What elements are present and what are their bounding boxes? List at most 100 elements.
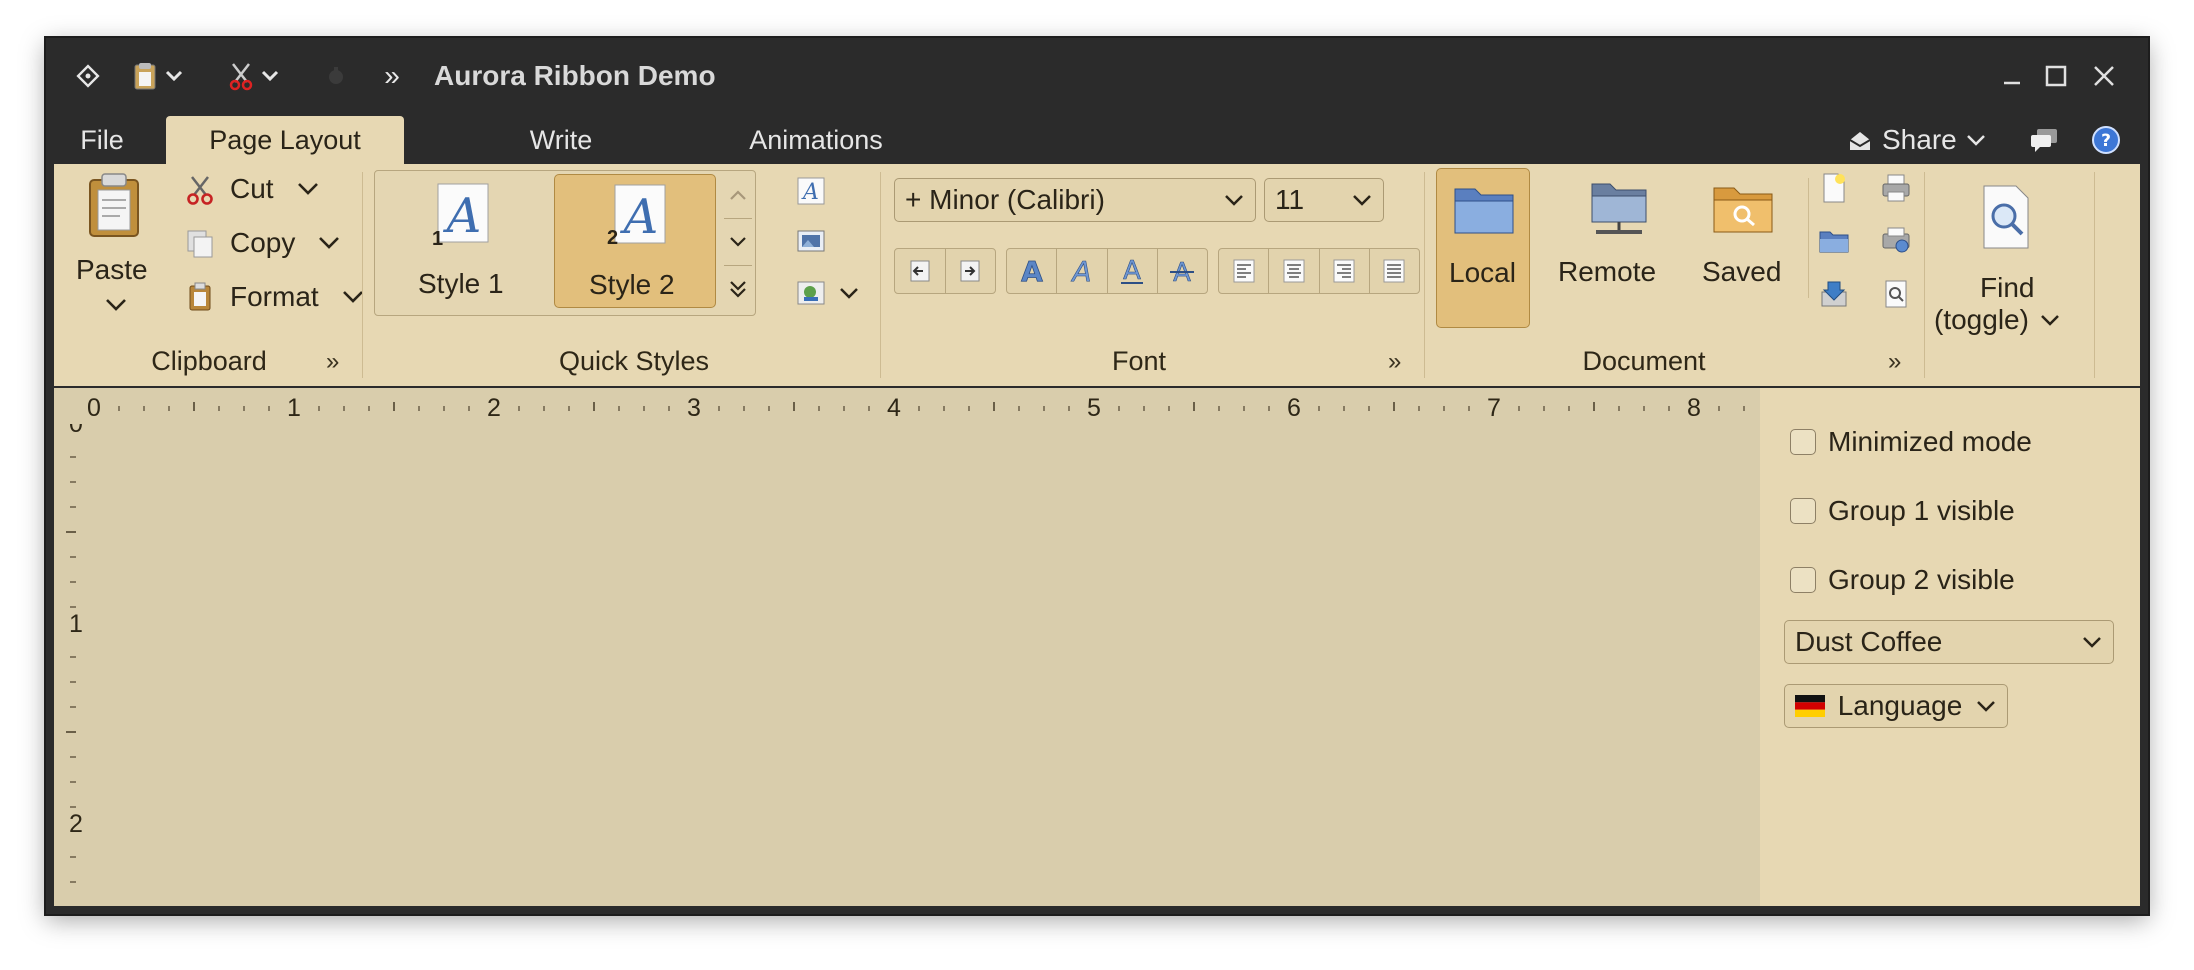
printer-settings-icon[interactable] — [1880, 224, 1916, 260]
align-center-icon[interactable] — [1269, 249, 1320, 293]
clipboard-expand-icon[interactable]: » — [326, 348, 339, 376]
saved-button[interactable]: Saved — [1690, 168, 1796, 328]
share-button[interactable]: Share — [1846, 120, 1987, 160]
document-expand-icon[interactable]: » — [1888, 348, 1901, 376]
group-2-visible-checkbox[interactable] — [1790, 567, 1816, 593]
print-preview-icon[interactable] — [1880, 278, 1916, 314]
align-justify-icon[interactable] — [1370, 249, 1419, 293]
remote-button[interactable]: Remote — [1554, 168, 1684, 328]
style-2-label: Style 2 — [589, 269, 675, 300]
font-size-select[interactable]: 11 — [1264, 178, 1384, 222]
maximize-icon[interactable] — [2036, 56, 2076, 96]
svg-text:A: A — [443, 188, 482, 244]
group-2-visible-label: Group 2 visible — [1828, 564, 2015, 595]
strikethrough-a-icon[interactable]: A — [1158, 249, 1207, 293]
indent-decrease-icon[interactable] — [895, 249, 946, 293]
save-document-icon[interactable] — [1818, 278, 1854, 314]
network-folder-icon — [1591, 183, 1647, 234]
svg-text:A: A — [801, 180, 819, 205]
chat-icon[interactable] — [2024, 120, 2064, 160]
share-label: Share — [1882, 124, 1957, 155]
local-button[interactable]: Local — [1436, 168, 1530, 328]
copy-label: Copy — [230, 227, 296, 258]
language-button[interactable]: Language — [1784, 684, 2008, 728]
image-style-icon — [797, 281, 825, 305]
tab-file[interactable]: File — [60, 116, 144, 164]
tab-page-layout[interactable]: Page Layout — [166, 116, 404, 164]
style-1-label: Style 1 — [418, 268, 504, 299]
font-size-value: 11 — [1275, 184, 1305, 215]
svg-text:?: ? — [2101, 131, 2111, 151]
format-button[interactable]: Format — [184, 272, 404, 322]
ruler-label: 0 — [69, 424, 83, 438]
copy-icon — [187, 230, 213, 258]
help-icon[interactable]: ? — [2086, 120, 2126, 160]
ruler-label: 5 — [1087, 394, 1101, 422]
text-style-icon[interactable]: A — [796, 176, 830, 210]
gallery-expand-icon[interactable] — [724, 266, 752, 312]
minimized-mode-option[interactable]: Minimized mode — [1790, 426, 2032, 458]
band-separator — [1924, 172, 1925, 378]
picture-icon[interactable] — [796, 226, 830, 260]
font-family-select[interactable]: + Minor (Calibri) — [894, 178, 1256, 222]
bold-a-icon[interactable]: A — [1007, 249, 1058, 293]
font-family-value: + Minor (Calibri) — [905, 184, 1105, 215]
align-right-icon[interactable] — [1320, 249, 1370, 293]
band-separator — [362, 172, 363, 378]
skin-select[interactable]: Dust Coffee — [1784, 620, 2114, 664]
chevron-down-icon — [106, 299, 126, 311]
close-icon[interactable] — [2084, 56, 2124, 96]
print-icon[interactable] — [1880, 172, 1916, 208]
format-painter-icon — [189, 282, 211, 311]
find-toggle-button[interactable]: Find (toggle) — [1934, 184, 2084, 364]
tab-write[interactable]: Write — [466, 116, 656, 164]
ruler-label: 4 — [887, 394, 901, 422]
group-1-visible-option[interactable]: Group 1 visible — [1790, 495, 2015, 527]
paste-button[interactable]: Paste — [64, 166, 164, 326]
german-flag-icon — [1795, 695, 1825, 717]
band-separator — [880, 172, 881, 378]
minimize-icon[interactable] — [1992, 56, 2032, 96]
group-1-visible-checkbox[interactable] — [1790, 498, 1816, 524]
gallery-scroll-up-icon[interactable] — [724, 172, 752, 218]
band-separator — [1424, 172, 1425, 378]
app-menu-icon[interactable] — [68, 56, 108, 96]
band-separator — [2094, 172, 2095, 378]
document-area[interactable]: 0 1 2 3 4 5 6 7 8 0 1 2 Minimized mode Group 1 vis… — [54, 388, 2140, 906]
new-document-icon[interactable] — [1818, 172, 1854, 208]
chevron-down-icon — [1966, 135, 1985, 146]
underline-a-icon[interactable]: A — [1108, 249, 1158, 293]
window-title: Aurora Ribbon Demo — [434, 60, 716, 91]
align-left-icon[interactable] — [1219, 249, 1270, 293]
skin-select-value: Dust Coffee — [1795, 626, 1943, 657]
gallery-scroll-down-icon[interactable] — [724, 218, 752, 266]
ruler-label: 3 — [687, 394, 701, 422]
style-2-button[interactable]: A 2 Style 2 — [554, 174, 716, 308]
paste-quick-icon[interactable] — [126, 56, 196, 96]
font-expand-icon[interactable]: » — [1388, 348, 1401, 376]
cut-button[interactable]: Cut — [184, 164, 404, 214]
find-document-icon — [1983, 185, 2029, 249]
ruler-label: 2 — [487, 394, 501, 422]
share-icon — [1849, 132, 1871, 150]
minimized-mode-checkbox[interactable] — [1790, 429, 1816, 455]
group-1-visible-label: Group 1 visible — [1828, 495, 2015, 526]
image-style-button[interactable] — [796, 276, 866, 310]
italic-a-icon[interactable]: A — [1057, 249, 1108, 293]
overflow-icon[interactable]: » — [372, 56, 412, 96]
cut-quick-icon[interactable] — [222, 56, 292, 96]
app-window: » Aurora Ribbon Demo File Page Layout Wr… — [46, 38, 2148, 914]
tab-animations[interactable]: Animations — [696, 116, 936, 164]
indent-increase-icon[interactable] — [946, 249, 996, 293]
open-folder-icon[interactable] — [1818, 224, 1854, 260]
find-toggle-label: (toggle) — [1934, 304, 2029, 335]
chevron-down-icon — [2083, 637, 2101, 648]
minimized-mode-label: Minimized mode — [1828, 426, 2032, 457]
style-1-button[interactable]: A 1 Style 1 — [384, 178, 536, 308]
ruler-label: 1 — [69, 610, 83, 638]
clipboard-band-title: Clipboard — [151, 346, 267, 376]
copy-button[interactable]: Copy — [184, 218, 404, 268]
paste-label: Paste — [76, 254, 148, 285]
cut-label: Cut — [230, 173, 274, 204]
group-2-visible-option[interactable]: Group 2 visible — [1790, 564, 2015, 596]
